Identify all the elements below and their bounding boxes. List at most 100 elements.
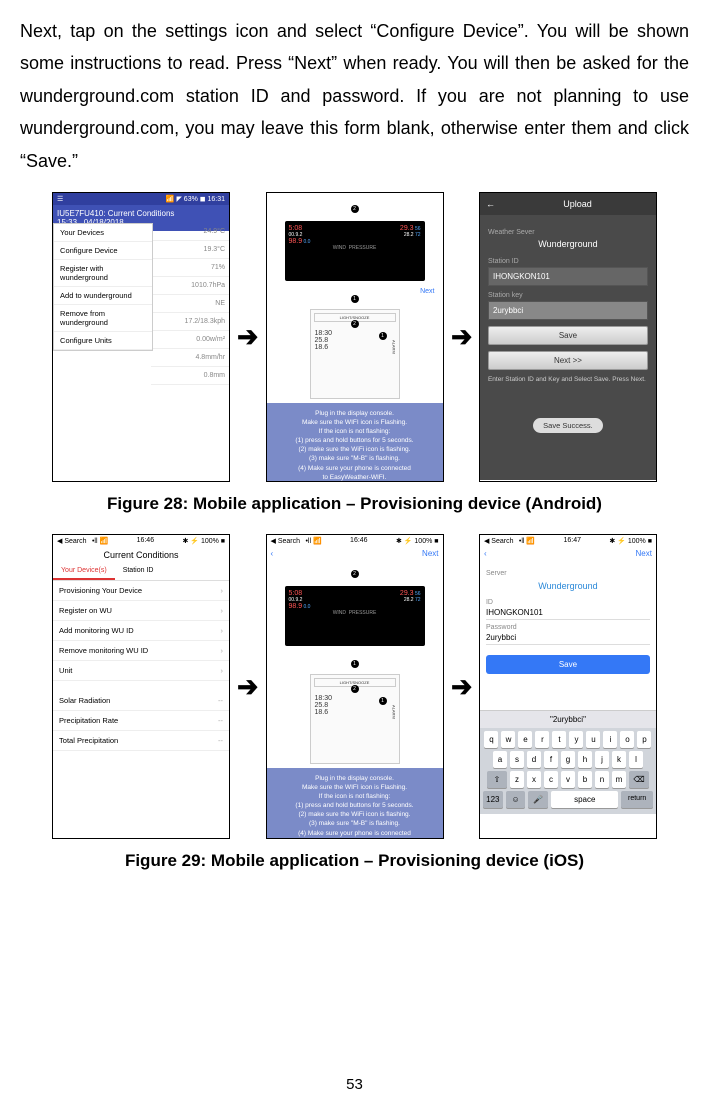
arrow-right-icon: ➔ [451, 670, 472, 703]
badge-2b-icon: 2 [351, 685, 359, 693]
key-t[interactable]: t [552, 731, 566, 748]
display-pressure: 98.9 [289, 603, 303, 610]
status-right: ✱ ⚡ 100% ■ [396, 537, 439, 545]
key-g[interactable]: g [561, 751, 575, 768]
server-value: Wunderground [486, 577, 650, 595]
tab-your-devices[interactable]: Your Device(s) [53, 563, 115, 580]
key-space[interactable]: space [551, 791, 618, 808]
key-y[interactable]: y [569, 731, 583, 748]
sec-temp2: 18.6 [315, 709, 333, 716]
menu-item-register-wu[interactable]: Register with wunderground [54, 260, 152, 287]
list-label: Precipitation Rate [59, 716, 118, 725]
list-item-unit[interactable]: Unit › [53, 661, 229, 681]
key-b[interactable]: b [578, 771, 592, 788]
key-z[interactable]: z [510, 771, 524, 788]
display-labels: WIND PRESSURE [289, 245, 421, 251]
id-input[interactable]: IHONGKON101 [486, 606, 650, 620]
key-x[interactable]: x [527, 771, 541, 788]
key-123[interactable]: 123 [483, 791, 503, 808]
menu-item-your-devices[interactable]: Your Devices [54, 224, 152, 242]
next-button[interactable]: Next [422, 549, 438, 558]
save-button[interactable]: Save [486, 655, 650, 674]
station-id-input[interactable]: IHONGKON101 [488, 267, 648, 286]
menu-item-add-wu[interactable]: Add to wunderground [54, 287, 152, 305]
key-p[interactable]: p [637, 731, 651, 748]
bg-value: 0.8mm [151, 367, 229, 385]
key-f[interactable]: f [544, 751, 558, 768]
next-button[interactable]: Next [636, 549, 652, 558]
key-u[interactable]: u [586, 731, 600, 748]
key-backspace[interactable]: ⌫ [629, 771, 649, 788]
key-q[interactable]: q [484, 731, 498, 748]
key-c[interactable]: c [544, 771, 558, 788]
key-m[interactable]: m [612, 771, 626, 788]
next-button[interactable]: Next >> [488, 351, 648, 370]
key-emoji[interactable]: ☺ [506, 791, 526, 808]
keyboard-suggestion[interactable]: "2urybbci" [480, 710, 656, 728]
key-n[interactable]: n [595, 771, 609, 788]
bg-value: 4.8mm/hr [151, 349, 229, 367]
chevron-icon: › [221, 646, 224, 655]
key-shift[interactable]: ⇧ [487, 771, 507, 788]
list-item-provisioning[interactable]: Provisioning Your Device› [53, 581, 229, 601]
key-h[interactable]: h [578, 751, 592, 768]
key-s[interactable]: s [510, 751, 524, 768]
back-arrow-icon[interactable]: ← [486, 199, 495, 209]
station-key-label: Station key [488, 292, 648, 299]
instr-line: (2) make sure the WiFi icon is flashing. [273, 445, 437, 454]
key-j[interactable]: j [595, 751, 609, 768]
ios-keyboard: q w e r t y u i o p a s d f g h j k l [480, 728, 656, 814]
key-l[interactable]: l [629, 751, 643, 768]
instructions-text: Plug in the display console. Make sure t… [267, 403, 443, 482]
status-left: ◀ Search •ll 📶 [484, 537, 535, 545]
ios-screenshot-1: ◀ Search •ll 📶 16:46 ✱ ⚡ 100% ■ Current … [52, 534, 230, 839]
display-temp1: 29.3 [400, 225, 414, 232]
password-input[interactable]: 2urybbci [486, 631, 650, 645]
instr-line: (3) make sure "M-B" is flashing. [273, 819, 437, 828]
list-item-remove-wu[interactable]: Remove monitoring WU ID › [53, 641, 229, 661]
android-screenshot-3: ← Upload Weather Sever Wunderground Stat… [479, 192, 657, 482]
chevron-icon: › [221, 666, 224, 675]
tab-station-id[interactable]: Station ID [115, 563, 162, 580]
menu-item-configure-device[interactable]: Configure Device [54, 242, 152, 260]
ios-nav-bar: ‹ Next [480, 547, 656, 560]
key-w[interactable]: w [501, 731, 515, 748]
next-link[interactable]: Next [420, 288, 434, 295]
key-o[interactable]: o [620, 731, 634, 748]
weather-display-device: 5:08 29.3 56 00.9.2 28.2 72 98.9 0.0 WIN… [285, 586, 425, 646]
ios-form-body: Server Wunderground ID IHONGKON101 Passw… [480, 560, 656, 680]
key-e[interactable]: e [518, 731, 532, 748]
key-return[interactable]: return [621, 791, 653, 808]
list-item-register[interactable]: Register on WU› [53, 601, 229, 621]
key-a[interactable]: a [493, 751, 507, 768]
menu-item-configure-units[interactable]: Configure Units [54, 332, 152, 350]
badge-2-icon: 2 [351, 205, 359, 213]
list-label: Remove monitoring WU ID [59, 646, 148, 655]
station-key-input[interactable]: 2urybbci [488, 301, 648, 320]
key-d[interactable]: d [527, 751, 541, 768]
menu-item-remove-wu[interactable]: Remove from wunderground [54, 305, 152, 332]
header-line1: IU5E7FU410: Current Conditions [57, 209, 225, 218]
badge-1b-icon: 1 [379, 697, 387, 705]
instr-line: to EasyWeather-WIFI. [273, 838, 437, 839]
key-k[interactable]: k [612, 751, 626, 768]
status-time: 16:47 [564, 537, 582, 545]
chevron-icon: › [221, 586, 224, 595]
body-paragraph: Next, tap on the settings icon and selec… [20, 15, 689, 177]
list-item-add-wu[interactable]: Add monitoring WU ID› [53, 621, 229, 641]
bg-value: NE [151, 295, 229, 313]
bg-value: 24.9°C [151, 223, 229, 241]
arrow-right-icon: ➔ [237, 670, 258, 703]
ios-screenshot-3: ◀ Search •ll 📶 16:47 ✱ ⚡ 100% ■ ‹ Next S… [479, 534, 657, 839]
key-mic[interactable]: 🎤 [528, 791, 548, 808]
key-i[interactable]: i [603, 731, 617, 748]
list-label: Unit [59, 666, 72, 675]
key-v[interactable]: v [561, 771, 575, 788]
status-right: 📶 ◤ 63% ◼ 16:31 [166, 195, 225, 203]
save-button[interactable]: Save [488, 326, 648, 345]
back-button[interactable]: ‹ [484, 549, 487, 558]
key-r[interactable]: r [535, 731, 549, 748]
back-button[interactable]: ‹ [271, 549, 274, 558]
arrow-right-icon: ➔ [237, 320, 258, 353]
instr-line: (2) make sure the WiFi icon is flashing. [273, 810, 437, 819]
